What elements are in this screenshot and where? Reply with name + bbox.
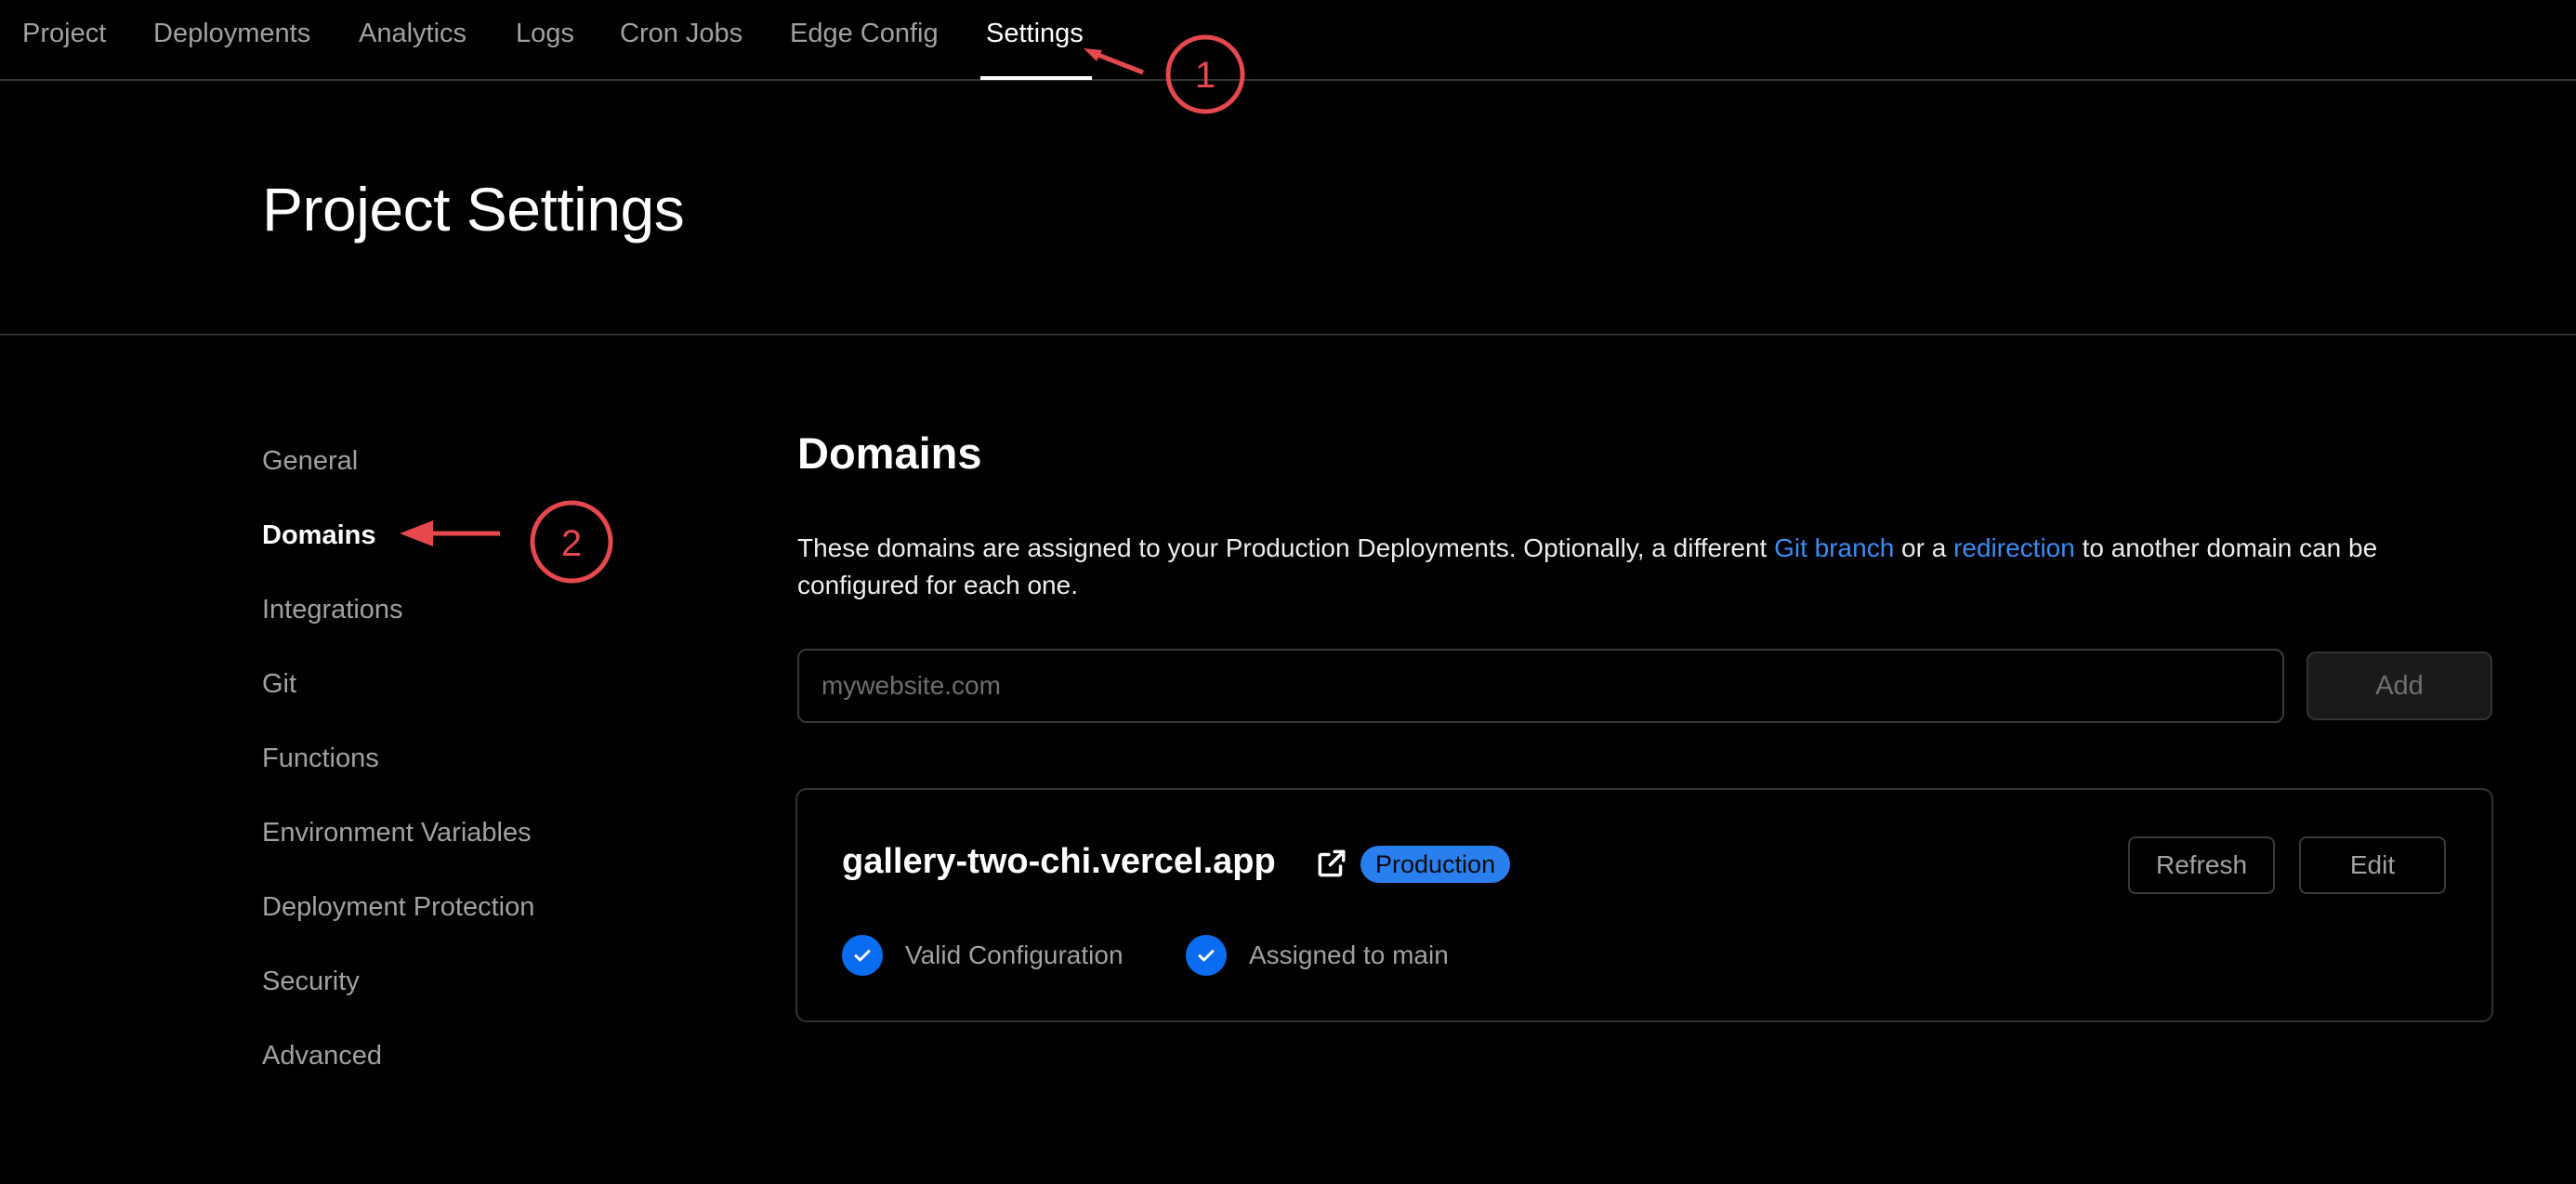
sidebar-item-security[interactable]: Security [262,967,360,997]
section-title: Domains [797,428,982,478]
production-badge: Production [1360,846,1511,883]
check-circle-icon [1186,935,1227,976]
domains-description: These domains are assigned to your Produ… [797,530,2498,604]
tab-project[interactable]: Project [22,19,106,49]
active-tab-indicator [980,76,1092,80]
tab-logs[interactable]: Logs [516,19,574,49]
sidebar-item-advanced[interactable]: Advanced [262,1041,382,1072]
status-label: Valid Configuration [905,941,1124,969]
page-header: Project Settings [0,81,2576,335]
annotation-number: 1 [1195,55,1216,96]
domain-input[interactable] [797,649,2284,723]
domain-card: gallery-two-chi.vercel.app Production Re… [795,788,2493,1022]
annotation-arrow-2: 2 [400,500,613,584]
sidebar-item-integrations[interactable]: Integrations [262,595,403,625]
status-assigned-to-main: Assigned to main [1186,935,1449,976]
add-domain-button[interactable]: Add [2307,651,2492,720]
annotation-arrow-1: 1 [1084,34,1245,114]
tab-deployments[interactable]: Deployments [153,19,310,49]
tab-cron-jobs[interactable]: Cron Jobs [620,19,743,49]
description-text: or a [1894,533,1954,562]
redirection-link[interactable]: redirection [1953,533,2075,562]
tab-edge-config[interactable]: Edge Config [790,19,939,49]
tab-settings[interactable]: Settings [986,19,1084,49]
refresh-button[interactable]: Refresh [2128,836,2275,894]
edit-button[interactable]: Edit [2299,836,2446,894]
sidebar-item-git[interactable]: Git [262,669,296,700]
sidebar-item-general[interactable]: General [262,446,358,477]
page-title: Project Settings [262,175,685,243]
annotation-number: 2 [561,523,582,564]
domain-name-link[interactable]: gallery-two-chi.vercel.app [842,842,1276,882]
status-valid-configuration: Valid Configuration [842,935,1124,976]
external-link-icon[interactable] [1314,846,1349,881]
page: Project Deployments Analytics Logs Cron … [0,0,2576,1184]
sidebar-item-environment-variables[interactable]: Environment Variables [262,818,532,849]
status-label: Assigned to main [1249,941,1449,969]
check-circle-icon [842,935,883,976]
git-branch-link[interactable]: Git branch [1774,533,1894,562]
tab-analytics[interactable]: Analytics [359,19,467,49]
top-nav: Project Deployments Analytics Logs Cron … [0,0,2576,81]
sidebar-item-deployment-protection[interactable]: Deployment Protection [262,892,534,923]
sidebar-item-functions[interactable]: Functions [262,743,379,774]
sidebar-item-domains[interactable]: Domains [262,520,375,551]
description-text: These domains are assigned to your Produ… [797,533,1775,562]
